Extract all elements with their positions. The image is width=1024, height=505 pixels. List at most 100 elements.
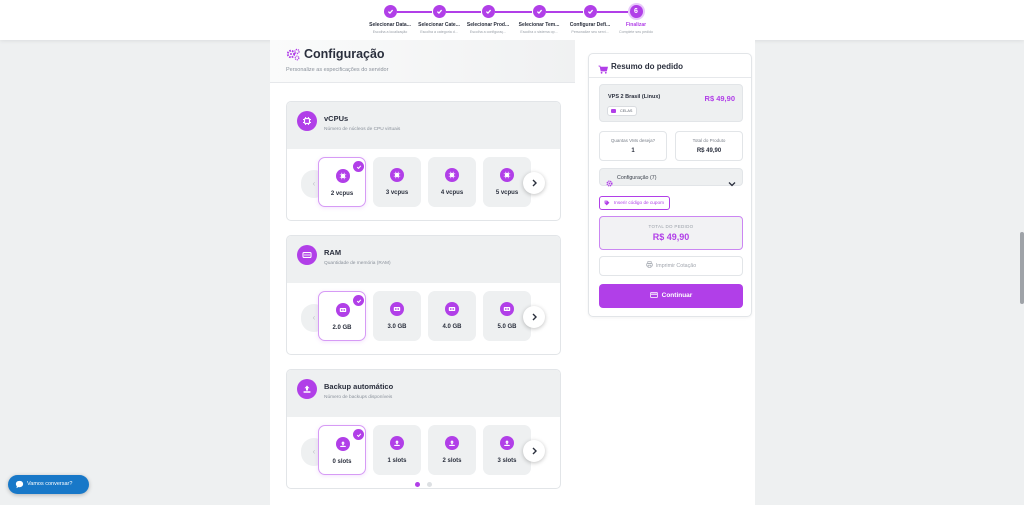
option-1-slots[interactable]: 1 slots (373, 425, 421, 475)
section-subtitle: Número de núcleos de CPU virtuais (324, 127, 401, 132)
page-scrollbar[interactable] (1020, 232, 1024, 304)
printer-icon (646, 261, 653, 268)
option-2-vcpus[interactable]: 2 vcpus (318, 157, 366, 207)
summary-header: Resumo do pedido (589, 54, 751, 78)
backup-upload-icon (336, 437, 350, 451)
option-4-vcpus[interactable]: 4 vcpus (428, 157, 476, 207)
step-title: Selecionar Cate... (418, 22, 460, 28)
selected-check-icon (353, 429, 364, 440)
quantity-value: 1 (631, 148, 635, 154)
tag-icon (604, 200, 610, 206)
carousel-next-button[interactable] (523, 306, 545, 328)
chevron-right-icon (532, 179, 537, 187)
server-icon (611, 109, 616, 113)
coupon-label: Inserir código de cupom (614, 200, 665, 205)
option-label: 5.0 GB (497, 324, 517, 330)
quantity-field[interactable]: Quantas VMs deseja? 1 (599, 131, 667, 161)
order-total-value: R$ 49,90 (652, 232, 690, 242)
chevron-right-icon (532, 447, 537, 455)
continue-button[interactable]: Continuar (599, 284, 743, 308)
chat-bubble-icon (15, 480, 24, 489)
step-subtitle: Escolha a localização (372, 30, 408, 34)
section-subtitle: Quantidade de memória (RAM) (324, 261, 391, 266)
option-label: 2 vcpus (330, 191, 354, 197)
check-icon (481, 5, 495, 18)
product-badge: CELAS (607, 106, 638, 116)
step-title: Finalizar (625, 22, 647, 28)
option-label: 2.0 GB (332, 325, 352, 331)
step-subtitle: Escolha o sistema op... (520, 30, 558, 34)
section-header: Backup automático Número de backups disp… (287, 370, 560, 417)
product-name: VPS 2 Brasil (Linux) (608, 94, 661, 100)
memory-icon (500, 302, 514, 316)
option-label: 3 vcpus (385, 190, 409, 196)
step-subtitle: Complete seu pedido (619, 30, 653, 34)
option-0-slots[interactable]: 0 slots (318, 425, 366, 475)
option-3-vcpus[interactable]: 3 vcpus (373, 157, 421, 207)
configuration-title: Configuração (304, 47, 385, 61)
check-icon (432, 5, 446, 18)
step-title: Selecionar Prod... (466, 22, 510, 28)
chat-label: Vamos conversar? (27, 481, 73, 487)
configuration-panel: Configuração Personalize as especificaçõ… (270, 40, 575, 505)
option-label: 0 slots (332, 459, 352, 465)
option-label: 3 slots (497, 458, 517, 464)
memory-icon (445, 302, 459, 316)
step-title: Selecionar Data... (369, 22, 411, 28)
pagination-dot-active[interactable] (415, 482, 420, 487)
order-summary-card: Resumo do pedido VPS 2 Brasil (Linux) R$… (588, 53, 752, 317)
step-subtitle: Escolha a categoria d... (420, 30, 458, 34)
option-2gb-ram[interactable]: 2.0 GB (318, 291, 366, 341)
selected-check-icon (353, 161, 364, 172)
backup-upload-icon (390, 436, 404, 450)
step-select-template[interactable]: Selecionar Tem... Escolha o sistema op..… (514, 5, 564, 34)
step-configure[interactable]: Configurar Defi... Personalize seu servi… (565, 5, 615, 34)
divider (270, 82, 575, 83)
option-label: 1 slots (387, 458, 407, 464)
memory-icon (297, 245, 317, 265)
chat-widget-button[interactable]: Vamos conversar? (8, 475, 89, 494)
chevron-down-icon (728, 174, 736, 192)
step-select-datacenter[interactable]: Selecionar Data... Escolha a localização (365, 5, 415, 34)
carousel-next-button[interactable] (523, 440, 545, 462)
option-label: 2 slots (442, 458, 462, 464)
product-badge-label: CELAS (620, 109, 633, 113)
step-number: 6 (629, 5, 643, 18)
check-icon (383, 5, 397, 18)
print-quote-label: Imprimir Cotação (655, 263, 697, 269)
ram-section: RAM Quantidade de memória (RAM) ‹ 2.0 GB… (286, 235, 561, 355)
memory-icon (390, 302, 404, 316)
step-finalize[interactable]: 6 Finalizar Complete seu pedido (611, 5, 661, 34)
step-subtitle: Escolha a configuraç... (469, 30, 507, 34)
continue-label: Continuar (661, 292, 693, 299)
backup-section: Backup automático Número de backups disp… (286, 369, 561, 489)
product-price: R$ 49,90 (704, 94, 735, 103)
section-title: Backup automático (324, 382, 394, 391)
option-label: 4.0 GB (442, 324, 462, 330)
option-2-slots[interactable]: 2 slots (428, 425, 476, 475)
configuration-subtitle: Personalize as especificações do servido… (286, 67, 389, 73)
checkout-stepper: Selecionar Data... Escolha a localização… (0, 0, 1024, 40)
option-3gb-ram[interactable]: 3.0 GB (373, 291, 421, 341)
cpu-icon (445, 168, 459, 182)
option-4gb-ram[interactable]: 4.0 GB (428, 291, 476, 341)
carousel-next-button[interactable] (523, 172, 545, 194)
chevron-right-icon (532, 313, 537, 321)
gear-icon (606, 174, 613, 192)
print-quote-button[interactable]: Imprimir Cotação (599, 256, 743, 276)
order-total-box: TOTAL DO PEDIDO R$ 49,90 (599, 216, 743, 250)
order-total-label: TOTAL DO PEDIDO (648, 224, 694, 229)
check-icon (532, 5, 546, 18)
step-subtitle: Personalize seu servi... (571, 30, 609, 34)
configuration-toggle[interactable]: Configuração (7) (599, 168, 743, 187)
step-select-product[interactable]: Selecionar Prod... Escolha a configuraç.… (463, 5, 513, 34)
section-header: vCPUs Número de núcleos de CPU virtuais (287, 102, 560, 149)
product-line: VPS 2 Brasil (Linux) R$ 49,90 CELAS (599, 84, 743, 122)
configuration-header: Configuração Personalize as especificaçõ… (270, 40, 575, 82)
coupon-button[interactable]: Inserir código de cupom (599, 196, 671, 210)
step-title: Selecionar Tem... (518, 22, 560, 28)
pagination-dot[interactable] (427, 482, 432, 487)
step-select-category[interactable]: Selecionar Cate... Escolha a categoria d… (414, 5, 464, 34)
section-title: RAM (324, 248, 342, 257)
vcpus-section: vCPUs Número de núcleos de CPU virtuais … (286, 101, 561, 221)
